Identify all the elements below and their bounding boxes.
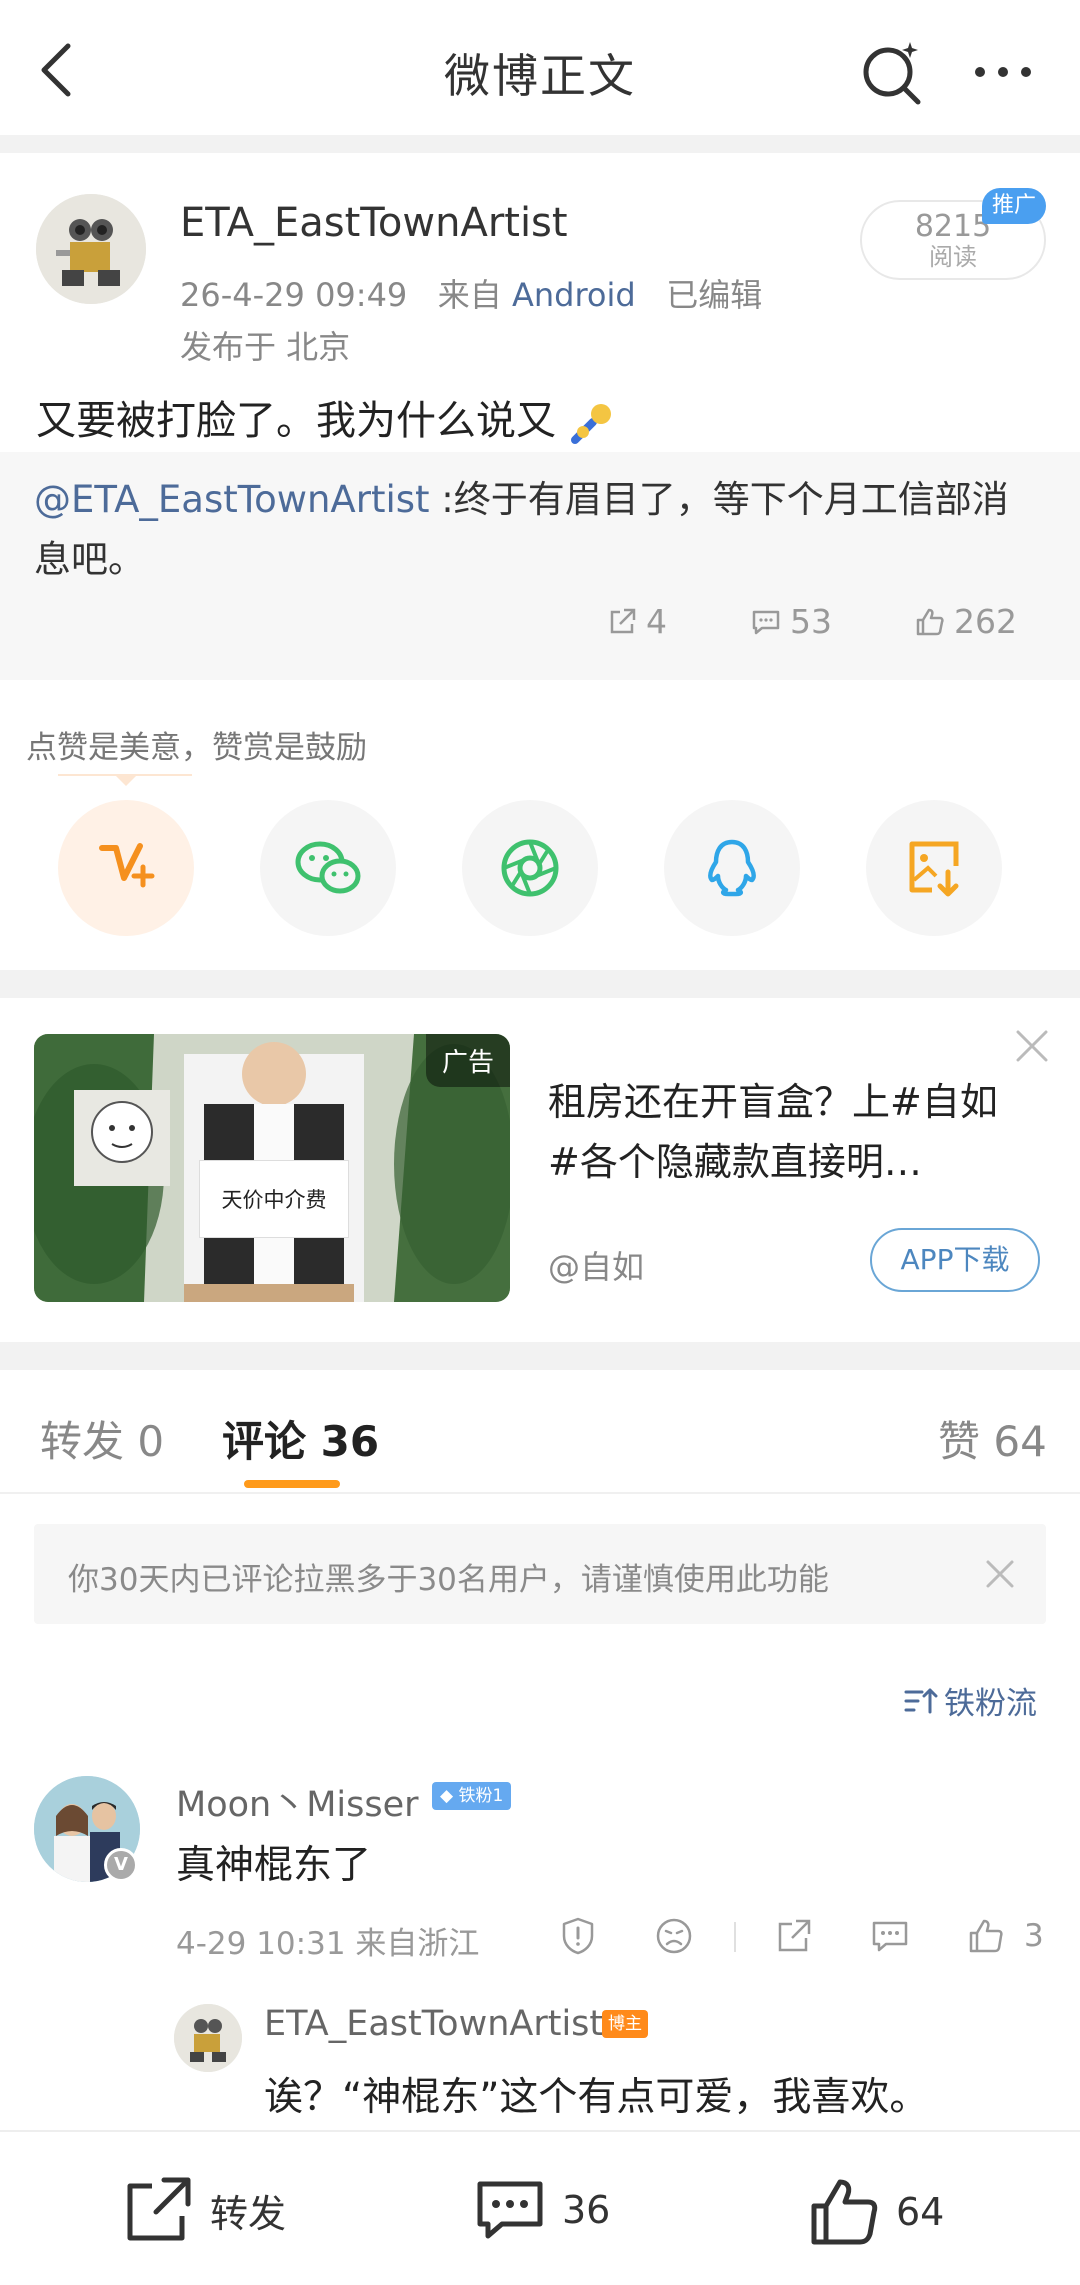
tab-likes[interactable]: 赞 64 xyxy=(938,1408,1047,1469)
qq-icon xyxy=(708,839,756,897)
blacklist-notice: 你30天内已评论拉黑多于30名用户，请谨慎使用此功能 xyxy=(34,1524,1046,1624)
bottom-like-count: 64 xyxy=(896,2190,945,2234)
repost-content: @ETA_EastTownArtist :终于有眉目了，等下个月工信部消息吧。 xyxy=(34,470,1044,590)
notice-close-icon[interactable] xyxy=(982,1556,1018,1592)
bottom-like-button[interactable]: 64 xyxy=(808,2176,944,2248)
save-image-button[interactable] xyxy=(866,800,1002,936)
ad-title[interactable]: 租房还在开盲盒？上#自如#各个隐藏款直接明… xyxy=(548,1072,1028,1192)
post-datetime: 26-4-29 09:49 xyxy=(180,276,408,314)
notice-text: 你30天内已评论拉黑多于30名用户，请谨慎使用此功能 xyxy=(68,1562,829,1598)
share-icon xyxy=(610,608,636,633)
comment-text: 真神棍东了 xyxy=(176,1843,372,1888)
report-icon[interactable] xyxy=(558,1916,598,1956)
tab-comments-label: 评论 xyxy=(222,1417,307,1466)
sort-label: 铁粉流 xyxy=(944,1686,1037,1722)
repost-like-count: 262 xyxy=(954,602,1017,641)
share-wechat-button[interactable] xyxy=(260,800,396,936)
ad-close-icon[interactable] xyxy=(1014,1028,1050,1064)
more-options-icon[interactable] xyxy=(968,42,1038,102)
reward-pointer xyxy=(114,774,138,786)
post-location: 发布于 北京 xyxy=(180,328,351,366)
divider xyxy=(734,1922,736,1952)
divider xyxy=(0,135,1080,153)
bottom-repost-button[interactable]: 转发 xyxy=(122,2176,286,2244)
blogger-badge: 博主 xyxy=(602,2010,648,2038)
tab-repost-label: 转发 xyxy=(40,1417,125,1466)
tab-likes-label: 赞 xyxy=(938,1417,981,1466)
v-reward-button[interactable] xyxy=(58,800,194,936)
repost-mention[interactable]: @ETA_EastTownArtist xyxy=(34,478,430,521)
divider xyxy=(0,1342,1080,1370)
tab-likes-count: 64 xyxy=(993,1417,1047,1466)
tab-repost-count: 0 xyxy=(137,1417,165,1466)
ad-image[interactable]: 天价中介费 广告 xyxy=(34,1034,510,1302)
reply-text: 诶？“神棍东”这个有点可爱，我喜欢。 xyxy=(264,2075,929,2120)
replier-name[interactable]: ETA_EastTownArtist xyxy=(264,2004,603,2044)
comment-share-icon[interactable] xyxy=(774,1916,814,1956)
share-qq-button[interactable] xyxy=(664,800,800,936)
sort-selector[interactable]: 铁粉流 xyxy=(904,1678,1037,1723)
iron-fan-badge-label: 铁粉1 xyxy=(458,1786,504,1806)
moments-icon xyxy=(501,839,559,897)
wechat-icon xyxy=(295,841,361,894)
divider xyxy=(0,970,1080,998)
sort-icon xyxy=(904,1688,938,1713)
top-bar: 微博正文 xyxy=(0,0,1080,135)
edited-label[interactable]: 已编辑 xyxy=(666,276,762,314)
source-prefix: 来自 xyxy=(437,276,502,314)
replier-avatar[interactable] xyxy=(174,2004,242,2072)
bottom-comment-button[interactable]: 36 xyxy=(474,2176,610,2244)
tab-repost[interactable]: 转发 0 xyxy=(40,1408,164,1469)
repost-share-stat[interactable]: 4 xyxy=(606,602,667,641)
repost-icon xyxy=(127,2177,191,2241)
ad-image-sign: 天价中介费 xyxy=(199,1160,349,1238)
comment-bubble-icon xyxy=(477,2181,543,2239)
ad-source[interactable]: @自如 xyxy=(548,1242,644,1288)
repost-comment-stat[interactable]: 53 xyxy=(750,602,832,641)
repost-share-count: 4 xyxy=(646,602,667,641)
bottom-comment-count: 36 xyxy=(562,2188,611,2232)
iron-fan-badge[interactable]: ◆ 铁粉1 xyxy=(432,1782,512,1810)
thumbs-up-icon xyxy=(916,608,944,635)
share-moments-button[interactable] xyxy=(462,800,598,936)
comment-icon xyxy=(752,610,780,634)
active-tab-indicator xyxy=(244,1480,340,1488)
post-body: 又要被打脸了。我为什么说又 xyxy=(36,388,615,446)
ad-tag: 广告 xyxy=(425,1034,510,1087)
comment-like-icon[interactable] xyxy=(966,1916,1006,1956)
commenter-name[interactable]: Moon丶Misser xyxy=(176,1776,419,1827)
bottom-repost-label: 转发 xyxy=(210,2191,287,2236)
repost-like-stat[interactable]: 262 xyxy=(914,602,1017,641)
divider xyxy=(0,1492,1080,1494)
post-meta: 26-4-29 09:49 来自 Android 已编辑 xyxy=(180,270,762,316)
pointing-emoji-icon xyxy=(569,400,615,446)
verified-badge-icon: V xyxy=(104,1848,138,1882)
author-avatar[interactable] xyxy=(36,194,146,304)
author-name[interactable]: ETA_EastTownArtist xyxy=(180,200,568,246)
ad-download-button[interactable]: APP下载 xyxy=(870,1228,1040,1292)
read-label: 阅读 xyxy=(929,243,977,271)
search-icon[interactable] xyxy=(858,38,928,108)
dislike-face-icon[interactable] xyxy=(654,1916,694,1956)
repost-box[interactable]: @ETA_EastTownArtist :终于有眉目了，等下个月工信部消息吧。 … xyxy=(0,452,1080,680)
tab-comments[interactable]: 评论 36 xyxy=(222,1408,379,1469)
reward-text: 点赞是美意，赞赏是鼓励 xyxy=(26,730,367,766)
save-image-icon xyxy=(909,841,959,897)
comment-reply-icon[interactable] xyxy=(870,1916,910,1956)
bottom-action-bar: 转发 36 64 xyxy=(0,2130,1080,2285)
comment-meta: 4-29 10:31 来自浙江 xyxy=(176,1926,480,1962)
promo-badge: 推广 xyxy=(982,188,1046,224)
comment-like-count: 3 xyxy=(1024,1918,1044,1954)
tab-comments-count: 36 xyxy=(320,1417,380,1466)
post-text: 又要被打脸了。我为什么说又 xyxy=(36,398,556,444)
v-reward-icon xyxy=(99,843,155,888)
repost-comment-count: 53 xyxy=(790,602,832,641)
post-source[interactable]: Android xyxy=(512,276,636,314)
like-thumb-icon xyxy=(811,2179,878,2245)
